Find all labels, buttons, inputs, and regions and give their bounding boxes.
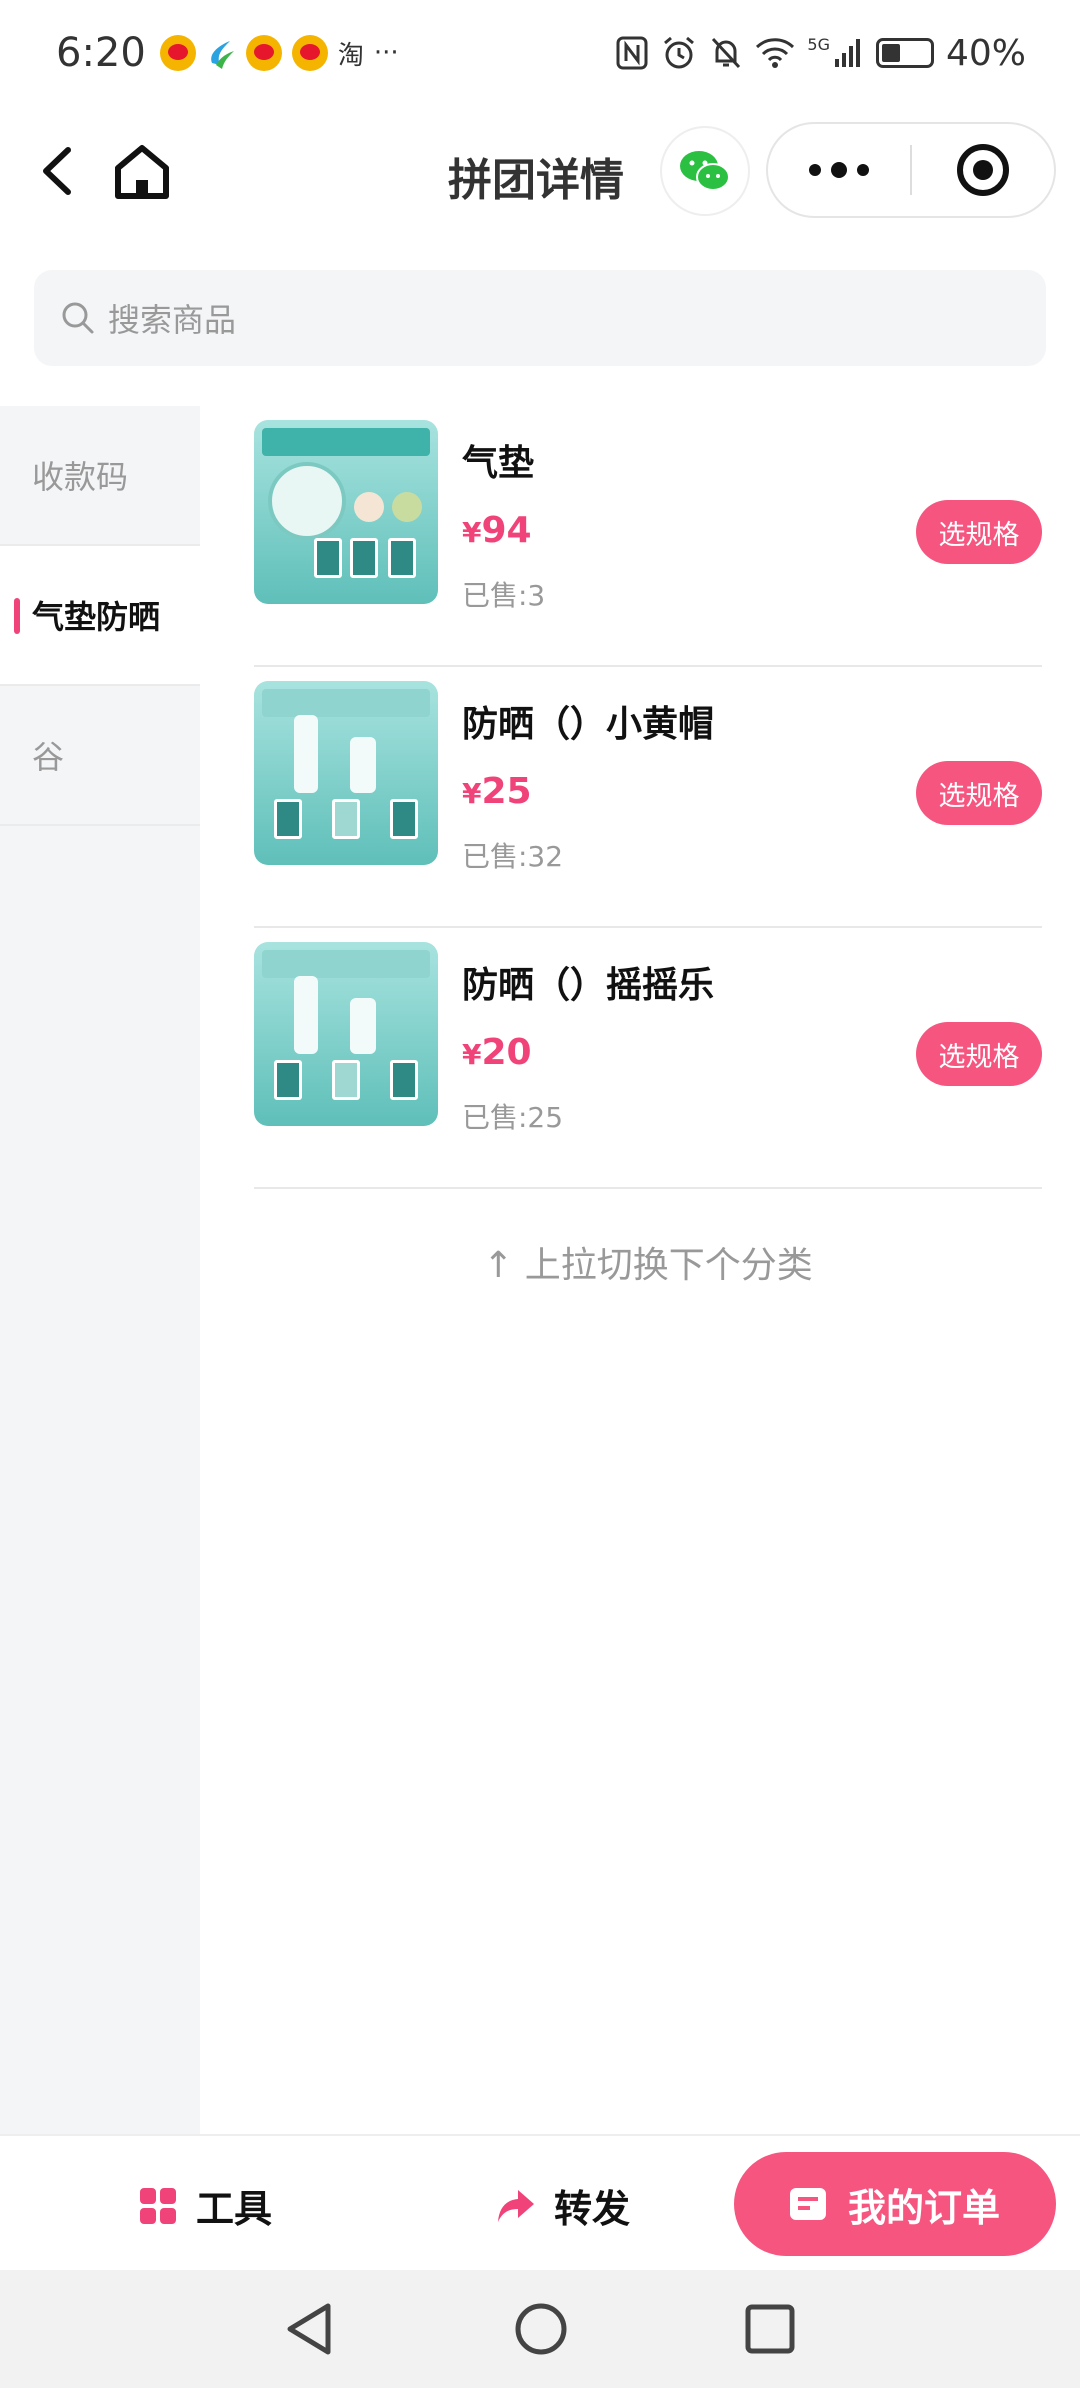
more-notifications-icon: ··· [373,38,399,68]
category-sidebar: 收款码 气垫防晒 谷 [0,406,200,2134]
wechat-icon [680,151,730,191]
category-label: 气垫防晒 [32,598,161,636]
pull-up-hint: ↑ 上拉切换下个分类 [483,1245,813,1286]
system-navigation-bar [0,2270,1080,2388]
product-item[interactable]: 防晒（）摇摇乐 ¥20 已售:25 选规格 [254,928,1042,1189]
share-label: 转发 [554,2187,631,2231]
category-item-active[interactable]: 气垫防晒 [0,546,200,686]
select-spec-button[interactable]: 选规格 [916,761,1042,825]
category-item[interactable]: 谷 [0,686,200,826]
navigation-bar: 拼团详情 [0,106,1080,236]
wechat-share-button[interactable] [660,126,750,216]
search-icon [62,302,94,334]
battery-percent: 40% [945,32,1026,74]
nfc-icon [616,36,648,70]
network-type-label: 5G [807,34,830,54]
tools-button[interactable]: 工具 [140,2178,272,2233]
weibo-icon [245,35,282,71]
china-mobile-icon [206,35,236,71]
product-price: ¥20 [462,1032,532,1073]
category-item[interactable]: 收款码 [0,406,200,546]
product-item[interactable]: 气垫 ¥94 已售:3 选规格 [254,406,1042,667]
more-dots-icon [809,164,821,176]
alarm-icon [664,36,695,69]
mute-icon [712,37,741,69]
close-miniprogram-button[interactable] [912,124,1054,216]
select-spec-button[interactable]: 选规格 [916,1022,1042,1086]
share-button[interactable]: 转发 [494,2178,630,2233]
grid-icon [140,2187,176,2224]
back-button[interactable] [30,136,90,206]
product-sold-count: 已售:32 [462,840,564,873]
miniprogram-capsule [766,122,1056,218]
my-orders-label: 我的订单 [847,2185,1000,2230]
category-label: 谷 [32,738,65,776]
search-bar[interactable]: 搜索商品 [34,270,1046,366]
wifi-icon [756,38,795,68]
product-sold-count: 已售:3 [462,579,546,612]
search-input[interactable]: 搜索商品 [108,295,236,341]
category-label: 收款码 [32,458,129,496]
bottom-action-bar: 工具 转发 我的订单 [0,2134,1080,2270]
product-price: ¥25 [462,771,532,812]
select-spec-button[interactable]: 选规格 [916,500,1042,564]
back-icon [43,147,71,195]
battery-icon [875,38,934,68]
order-list-icon [789,2188,826,2220]
product-name: 防晒（）摇摇乐 [462,965,715,1006]
share-arrow-icon [498,2189,534,2222]
product-image[interactable] [254,681,438,865]
more-button[interactable] [768,124,910,216]
product-image[interactable] [254,942,438,1126]
taobao-icon: 淘 [337,40,364,71]
product-list: 气垫 ¥94 已售:3 选规格 防晒（）小黄帽 ¥25 已售:32 选规格 防晒… [254,406,1042,1189]
home-button[interactable] [110,138,174,206]
home-icon [115,145,169,199]
product-image[interactable] [254,420,438,604]
product-name: 气垫 [462,443,535,484]
system-recents-icon[interactable] [742,2300,798,2358]
product-item[interactable]: 防晒（）小黄帽 ¥25 已售:32 选规格 [254,667,1042,928]
product-price: ¥94 [462,510,532,551]
product-name: 防晒（）小黄帽 [462,704,715,745]
page-title: 拼团详情 [448,155,624,206]
weibo-icon [159,35,196,71]
tools-label: 工具 [196,2187,273,2231]
weibo-icon [291,35,328,71]
system-back-icon[interactable] [282,2300,338,2358]
system-home-icon[interactable] [512,2300,570,2358]
status-bar: 6:20 淘 ··· 5G 40% [0,0,1080,106]
my-orders-button[interactable]: 我的订单 [734,2152,1056,2256]
status-time: 6:20 [56,30,146,76]
close-target-icon [956,144,1009,196]
signal-icon [834,39,860,67]
product-sold-count: 已售:25 [462,1101,564,1134]
